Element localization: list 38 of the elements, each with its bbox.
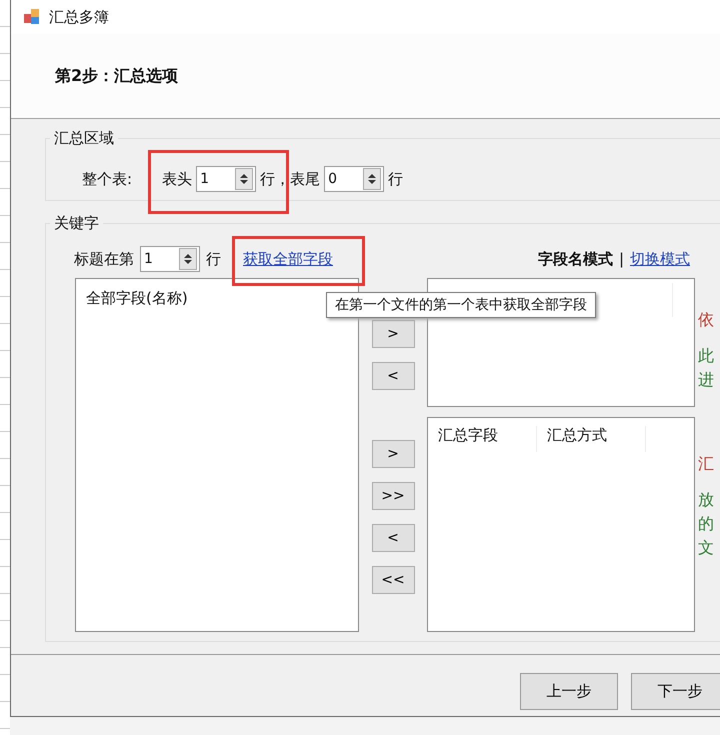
mode-label: 字段名模式 [538,250,613,268]
field-label: 行，表尾 [260,170,320,188]
move-button[interactable]: >> [372,482,414,510]
move-button[interactable]: > [372,320,414,348]
title-row-spinner[interactable]: 1 [140,246,200,272]
group-legend: 汇总区域 [50,129,118,148]
field-label: 行 [388,170,404,188]
column-header: 汇总字段 [428,426,537,452]
note-text: 依 [698,309,714,331]
switch-mode-link[interactable]: 切换模式 [630,250,690,268]
move-button[interactable]: < [372,362,414,390]
note-text: 文 [698,537,714,559]
step-title: 第2步：汇总选项 [55,66,178,86]
field-label: 行 [206,250,221,268]
list-header: 全部字段(名称) [86,289,188,308]
field-label: 标题在第 [74,250,134,268]
app-icon [23,8,41,26]
note-text: 进 [698,369,714,391]
separator-text: | [618,250,624,268]
header-spinner[interactable]: 1 [196,166,256,192]
note-text: 放 [698,489,714,511]
field-label: 整个表: [82,170,132,188]
field-label: 表头 [162,170,192,188]
nav-button[interactable]: 下一步 [631,673,720,710]
fetch-fields-link[interactable]: 获取全部字段 [243,250,333,268]
move-button[interactable]: > [372,440,414,468]
nav-button[interactable]: 上一步 [520,673,618,710]
window-title: 汇总多簿 [49,8,109,26]
move-button[interactable]: < [372,524,414,552]
note-text: 此 [698,345,714,367]
footer-spinner[interactable]: 0 [324,166,384,192]
note-text: 的 [698,513,714,535]
tooltip: 在第一个文件的第一个表中获取全部字段 [326,292,596,318]
move-button[interactable]: << [372,566,414,594]
summary-fields-list[interactable]: 汇总字段 汇总方式 [427,417,695,632]
note-text: 汇 [698,453,714,475]
column-header: 汇总方式 [537,426,646,452]
group-legend: 关键字 [50,214,103,233]
